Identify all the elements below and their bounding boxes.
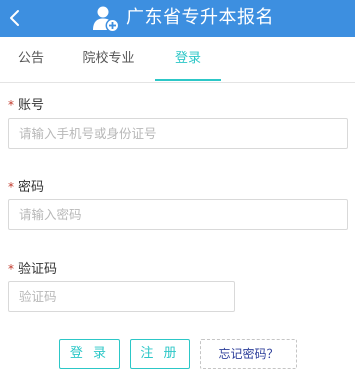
- captcha-label: * 验证码: [8, 262, 58, 277]
- required-mark: *: [8, 180, 14, 194]
- login-button[interactable]: 登 录: [59, 339, 120, 369]
- tab-announcement[interactable]: 公告: [0, 37, 62, 80]
- password-input[interactable]: [8, 199, 348, 230]
- captcha-input[interactable]: [8, 281, 235, 312]
- active-tab-indicator: [155, 79, 221, 81]
- page-title: 广东省专升本报名: [126, 7, 274, 28]
- tab-bar: 公告 院校专业 登录: [0, 37, 355, 83]
- required-mark: *: [8, 262, 14, 276]
- chevron-left-icon[interactable]: [5, 8, 25, 28]
- forgot-password-button[interactable]: 忘记密码？: [200, 339, 297, 369]
- password-label: * 密码: [8, 180, 45, 195]
- account-label: * 账号: [8, 98, 45, 113]
- app-header: 广东省专升本报名: [0, 0, 355, 37]
- tab-schools-majors[interactable]: 院校专业: [62, 37, 155, 80]
- required-mark: *: [8, 98, 14, 112]
- tab-login[interactable]: 登录: [155, 37, 221, 80]
- user-plus-icon: [93, 6, 120, 33]
- register-button[interactable]: 注 册: [130, 339, 190, 369]
- account-input[interactable]: [8, 118, 348, 149]
